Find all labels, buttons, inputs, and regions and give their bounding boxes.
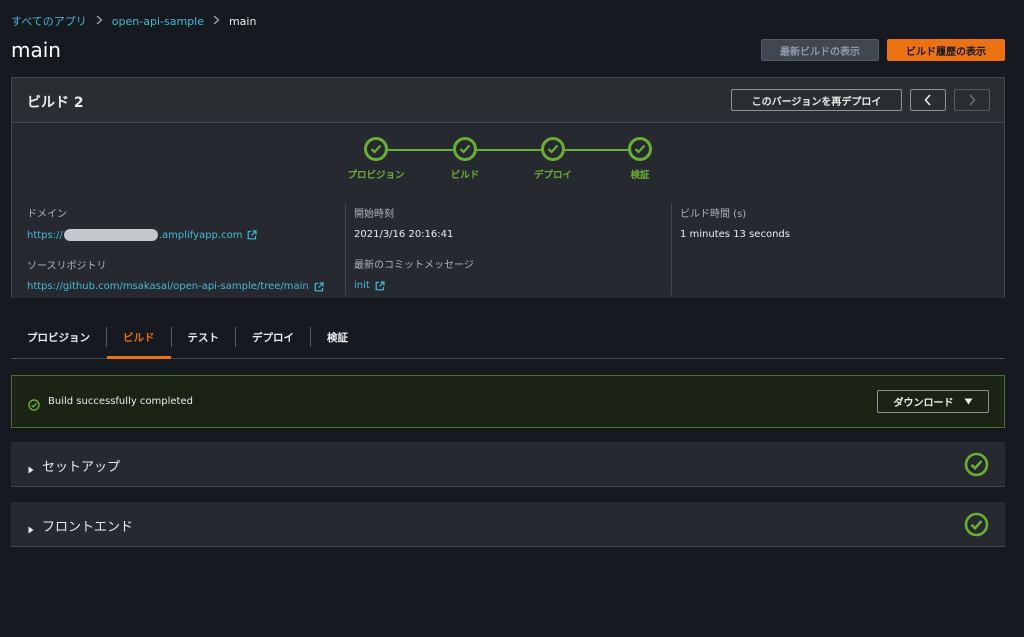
repo-label: ソースリポジトリ [27,261,107,272]
commit-message: init [354,280,370,291]
pipeline-step-deploy: デプロイ [518,135,588,181]
build-card-body: プロビジョン ビルド デプロイ 検証 ドメイン https:// .amplif… [12,123,1004,298]
domain-prefix: https:// [27,229,63,241]
success-alert: Build successfully completed ダウンロード [11,375,1005,428]
download-button[interactable]: ダウンロード [877,390,989,413]
pipeline-step-label: デプロイ [533,170,572,181]
breadcrumb-link-all-apps[interactable]: すべてのアプリ [11,13,87,29]
build-title: ビルド 2 [27,95,84,111]
alert-message: Build successfully completed [48,396,193,407]
start-time-value: 2021/3/16 20:16:41 [354,229,454,240]
chevron-right-icon [96,14,103,28]
tab-test[interactable]: テスト [172,322,236,352]
info-column-domain: ドメイン https:// .amplifyapp.com ソースリポジトリ h… [27,203,344,295]
breadcrumb: すべてのアプリ open-api-sample main [11,13,256,29]
external-link-icon [375,280,385,291]
breadcrumb-link-app[interactable]: open-api-sample [112,15,204,28]
tab-deploy[interactable]: デプロイ [236,322,310,352]
info-column-start: 開始時刻 2021/3/16 20:16:41 最新のコミットメッセージ ini… [345,203,670,295]
check-circle-icon [964,452,989,481]
duration-label: ビルド時間 (s) [680,209,747,220]
commit-label: 最新のコミットメッセージ [354,260,474,271]
repo-block: ソースリポジトリ https://github.com/msakasai/ope… [27,257,344,292]
redeploy-button[interactable]: このバージョンを再デプロイ [731,89,902,111]
pipeline-step-label: 検証 [630,170,650,181]
section-title: セットアップ [42,460,121,475]
chevron-right-icon [213,14,220,28]
commit-block: 最新のコミットメッセージ init [354,256,670,291]
domain-label: ドメイン [27,209,67,220]
repo-link[interactable]: https://github.com/msakasai/open-api-sam… [27,281,344,292]
chevron-left-icon [924,94,931,106]
check-circle-icon [453,137,477,161]
breadcrumb-current: main [228,14,257,28]
check-circle-icon [628,137,652,161]
page-title: main [11,38,61,62]
masked-subdomain [63,229,158,241]
pipeline-step-provision: プロビジョン [341,135,411,181]
check-circle-icon [964,512,989,541]
caret-right-icon [28,459,34,478]
check-circle-icon [364,137,388,161]
start-time-label: 開始時刻 [354,209,394,220]
commit-link[interactable]: init [354,280,670,291]
build-card-header: ビルド 2 このバージョンを再デプロイ [12,78,1004,123]
phase-tabs: プロビジョン ビルド テスト デプロイ 検証 [11,322,1005,359]
section-frontend[interactable]: フロントエンド [11,502,1005,547]
pipeline-step-verify: 検証 [605,135,675,181]
download-label: ダウンロード [893,398,954,409]
domain-link[interactable]: https:// .amplifyapp.com [27,229,344,241]
duration-value: 1 minutes 13 seconds [680,229,790,240]
view-latest-build-button[interactable]: 最新ビルドの表示 [761,39,879,61]
tab-build[interactable]: ビルド [107,322,171,359]
build-card-actions: このバージョンを再デプロイ [731,89,990,111]
info-column-duration: ビルド時間 (s) 1 minutes 13 seconds [671,203,991,295]
view-build-history-button[interactable]: ビルド履歴の表示 [887,39,1005,61]
build-pipeline: プロビジョン ビルド デプロイ 検証 [341,135,671,185]
build-card: ビルド 2 このバージョンを再デプロイ プロビジョン ビルド デプロイ 検証 ド… [11,77,1005,298]
previous-build-button[interactable] [910,89,946,111]
domain-suffix: .amplifyapp.com [158,229,243,241]
repo-url: https://github.com/msakasai/open-api-sam… [27,281,309,292]
header-actions: 最新ビルドの表示 ビルド履歴の表示 [761,39,1005,61]
external-link-icon [314,281,324,292]
pipeline-step-label: プロビジョン [347,170,405,181]
start-time-block: 開始時刻 2021/3/16 20:16:41 [354,205,670,240]
chevron-right-icon [969,94,976,106]
caret-down-icon [964,398,972,405]
domain-block: ドメイン https:// .amplifyapp.com [27,205,344,241]
pipeline-step-label: ビルド [450,170,480,181]
next-build-button[interactable] [954,89,990,111]
caret-right-icon [28,519,34,538]
section-title: フロントエンド [42,520,134,535]
tab-verify[interactable]: 検証 [311,322,364,352]
tab-provision[interactable]: プロビジョン [11,322,106,352]
pipeline-step-build: ビルド [430,135,500,181]
section-setup[interactable]: セットアップ [11,442,1005,487]
check-circle-icon [28,396,40,415]
external-link-icon [247,230,258,240]
duration-block: ビルド時間 (s) 1 minutes 13 seconds [680,205,991,240]
check-circle-icon [541,137,565,161]
